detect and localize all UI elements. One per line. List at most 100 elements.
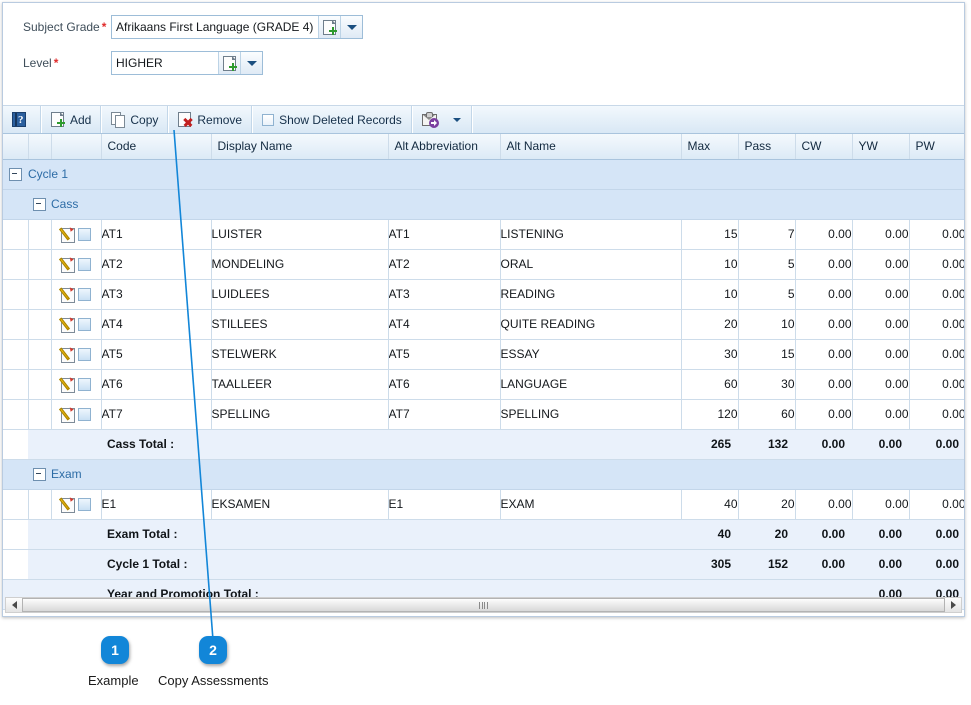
level-dropdown-button[interactable] — [240, 52, 262, 74]
cell-pass[interactable]: 20 — [738, 489, 796, 520]
collapse-icon[interactable] — [33, 468, 46, 482]
cell-yw[interactable]: 0.00 — [852, 339, 910, 370]
remove-button[interactable]: Remove — [168, 106, 253, 133]
collapse-icon[interactable] — [9, 168, 22, 182]
cell-cw[interactable]: 0.00 — [795, 369, 853, 400]
group-row-exam[interactable]: Exam — [3, 459, 964, 490]
col-alt-name[interactable]: Alt Name — [500, 134, 682, 160]
level-value[interactable]: HIGHER — [112, 52, 218, 74]
row-select-checkbox[interactable] — [78, 347, 91, 361]
table-row[interactable]: AT7 SPELLING AT7 SPELLING 120 60 0.00 0.… — [3, 399, 964, 430]
cell-display-name[interactable]: STELWERK — [211, 339, 389, 370]
scroll-left-button[interactable] — [6, 598, 22, 612]
row-select-checkbox[interactable] — [78, 287, 91, 301]
cell-cw[interactable]: 0.00 — [795, 399, 853, 430]
table-row[interactable]: AT5 STELWERK AT5 ESSAY 30 15 0.00 0.00 0… — [3, 339, 964, 370]
collapse-icon[interactable] — [33, 198, 46, 212]
scroll-right-button[interactable] — [945, 598, 961, 612]
cell-pass[interactable]: 15 — [738, 339, 796, 370]
cell-display-name[interactable]: STILLEES — [211, 309, 389, 340]
cell-pass[interactable]: 7 — [738, 219, 796, 250]
group-row-cycle1[interactable]: Cycle 1 — [3, 159, 964, 190]
cell-pw[interactable]: 0.00 — [909, 399, 964, 430]
col-code[interactable]: Code — [101, 134, 212, 160]
edit-icon[interactable] — [59, 375, 76, 393]
cell-alt-abbreviation[interactable]: AT5 — [388, 339, 501, 370]
cell-max[interactable]: 120 — [681, 399, 739, 430]
cell-display-name[interactable]: LUISTER — [211, 219, 389, 250]
cell-yw[interactable]: 0.00 — [852, 249, 910, 280]
cell-alt-name[interactable]: SPELLING — [500, 399, 682, 430]
table-row[interactable]: AT4 STILLEES AT4 QUITE READING 20 10 0.0… — [3, 309, 964, 340]
group-row-cass[interactable]: Cass — [3, 189, 964, 220]
row-select-checkbox[interactable] — [78, 317, 91, 331]
cell-alt-name[interactable]: LISTENING — [500, 219, 682, 250]
cell-yw[interactable]: 0.00 — [852, 279, 910, 310]
cell-max[interactable]: 10 — [681, 249, 739, 280]
row-actions-cell[interactable] — [51, 369, 102, 400]
edit-icon[interactable] — [59, 285, 76, 303]
row-actions-cell[interactable] — [51, 279, 102, 310]
edit-icon[interactable] — [59, 345, 76, 363]
row-select-checkbox[interactable] — [78, 227, 91, 241]
cell-cw[interactable]: 0.00 — [795, 219, 853, 250]
cell-max[interactable]: 60 — [681, 369, 739, 400]
cell-code[interactable]: E1 — [101, 489, 212, 520]
edit-icon[interactable] — [59, 315, 76, 333]
level-new-button[interactable] — [218, 52, 240, 74]
cell-cw[interactable]: 0.00 — [795, 309, 853, 340]
cell-yw[interactable]: 0.00 — [852, 309, 910, 340]
help-button[interactable]: ? — [3, 106, 41, 133]
col-yw[interactable]: YW — [852, 134, 910, 160]
subject-grade-dropdown-button[interactable] — [340, 16, 362, 38]
cell-max[interactable]: 30 — [681, 339, 739, 370]
row-actions-cell[interactable] — [51, 399, 102, 430]
level-lookup[interactable]: HIGHER — [111, 51, 263, 75]
assessments-grid[interactable]: Code Display Name Alt Abbreviation Alt N… — [3, 134, 964, 616]
subject-grade-lookup[interactable]: Afrikaans First Language (GRADE 4) — [111, 15, 363, 39]
col-alt-abbreviation[interactable]: Alt Abbreviation — [388, 134, 501, 160]
expander-cell[interactable] — [28, 459, 51, 490]
cell-code[interactable]: AT3 — [101, 279, 212, 310]
scrollbar-thumb[interactable] — [22, 598, 945, 612]
cell-display-name[interactable]: EKSAMEN — [211, 489, 389, 520]
checkbox-icon[interactable] — [262, 113, 275, 126]
edit-icon[interactable] — [59, 405, 76, 423]
cell-pw[interactable]: 0.00 — [909, 489, 964, 520]
row-actions-cell[interactable] — [51, 339, 102, 370]
edit-icon[interactable] — [59, 495, 76, 513]
chevron-down-icon[interactable] — [452, 117, 461, 122]
table-row[interactable]: AT3 LUIDLEES AT3 READING 10 5 0.00 0.00 … — [3, 279, 964, 310]
export-button[interactable] — [411, 106, 472, 133]
cell-pw[interactable]: 0.00 — [909, 339, 964, 370]
cell-pass[interactable]: 10 — [738, 309, 796, 340]
cell-cw[interactable]: 0.00 — [795, 249, 853, 280]
show-deleted-records-toggle[interactable]: Show Deleted Records — [252, 106, 412, 133]
cell-alt-abbreviation[interactable]: AT2 — [388, 249, 501, 280]
cell-max[interactable]: 15 — [681, 219, 739, 250]
scrollbar-track[interactable] — [22, 598, 945, 612]
col-display-name[interactable]: Display Name — [211, 134, 389, 160]
cell-max[interactable]: 20 — [681, 309, 739, 340]
cell-pass[interactable]: 60 — [738, 399, 796, 430]
col-cw[interactable]: CW — [795, 134, 853, 160]
cell-pass[interactable]: 5 — [738, 249, 796, 280]
table-row[interactable]: AT6 TAALLEER AT6 LANGUAGE 60 30 0.00 0.0… — [3, 369, 964, 400]
expander-cell[interactable] — [3, 159, 28, 190]
callout-badge-1[interactable]: 1 — [101, 636, 129, 664]
cell-code[interactable]: AT7 — [101, 399, 212, 430]
row-actions-cell[interactable] — [51, 219, 102, 250]
row-select-checkbox[interactable] — [78, 257, 91, 271]
cell-display-name[interactable]: MONDELING — [211, 249, 389, 280]
row-actions-cell[interactable] — [51, 489, 102, 520]
cell-alt-abbreviation[interactable]: AT7 — [388, 399, 501, 430]
cell-pw[interactable]: 0.00 — [909, 249, 964, 280]
cell-yw[interactable]: 0.00 — [852, 489, 910, 520]
table-row[interactable]: E1 EKSAMEN E1 EXAM 40 20 0.00 0.00 0.00 — [3, 489, 964, 520]
col-pass[interactable]: Pass — [738, 134, 796, 160]
row-select-checkbox[interactable] — [78, 407, 91, 421]
row-actions-cell[interactable] — [51, 249, 102, 280]
expander-cell[interactable] — [28, 189, 51, 220]
add-button[interactable]: Add — [41, 106, 102, 133]
row-select-checkbox[interactable] — [78, 377, 91, 391]
